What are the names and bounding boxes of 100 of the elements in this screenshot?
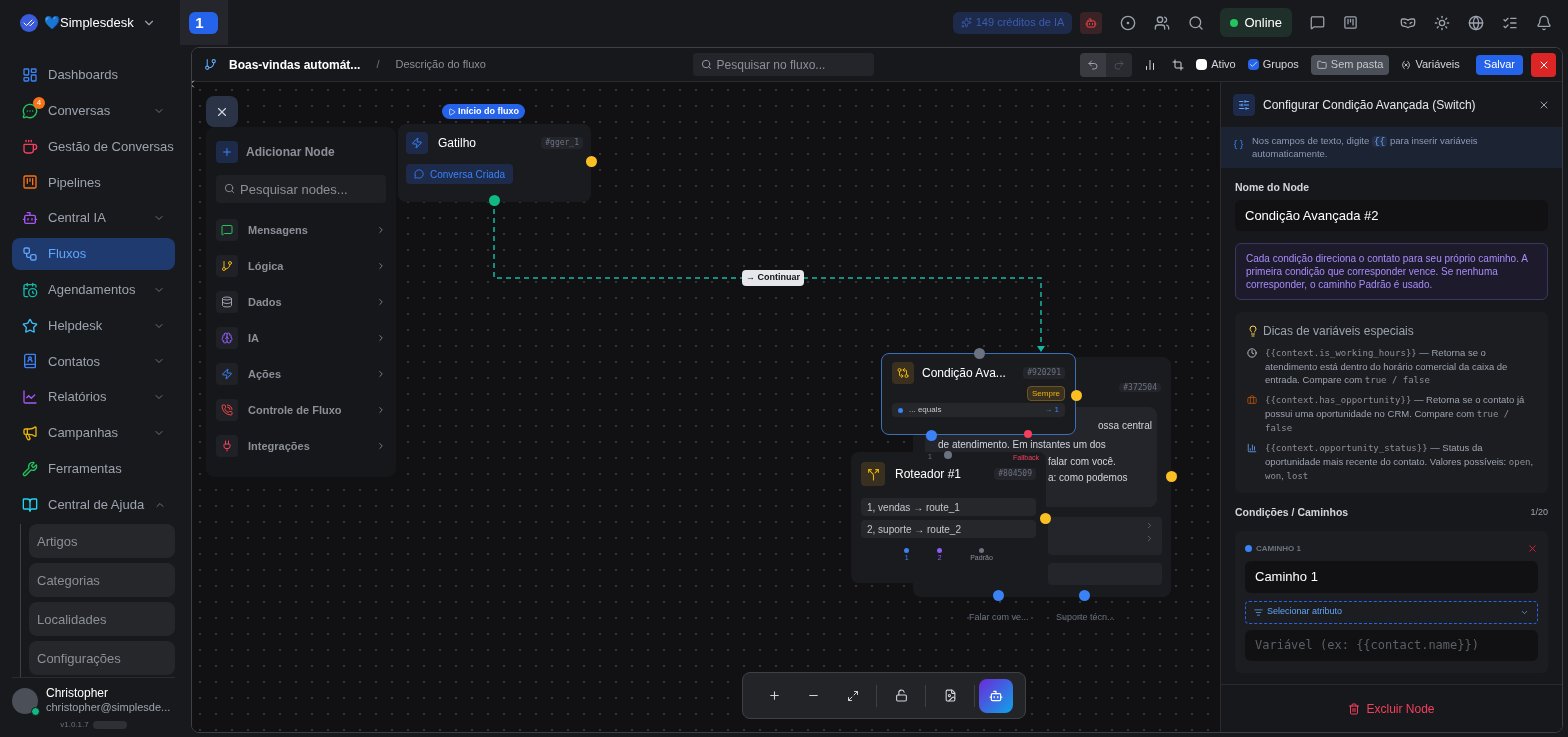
settings-icon [1233,93,1255,116]
chevron-icon [376,225,386,235]
search-icon[interactable] [1188,14,1205,31]
node-category[interactable]: Lógica [216,255,386,277]
tips-title: Dicas de variáveis especiais [1263,322,1414,340]
output-handle[interactable] [1165,470,1177,482]
nav-item[interactable]: Campanhas [12,416,175,449]
nav-item[interactable]: Contatos [12,345,175,378]
checkbox[interactable] [1247,59,1259,70]
node-id: #920291 [1023,367,1065,379]
submenu-item[interactable]: Configurações [29,641,175,676]
nav-item[interactable]: Helpdesk [12,309,175,342]
split-icon [861,462,885,486]
node-category[interactable]: Integrações [216,435,386,457]
output-handle[interactable] [488,194,500,206]
message-text-line: de atendimento. Em instantes um dos [938,439,1106,450]
edge-label[interactable]: → Continuar [742,270,804,286]
input-handle[interactable] [944,451,952,459]
users-icon[interactable] [1154,14,1171,31]
node-search-field[interactable]: Pesquisar nodes... [216,175,386,203]
variable-field[interactable]: Variável (ex: {{contact.name}}) [1245,629,1538,661]
sparkle-icon [960,17,972,28]
dashboard-icon [22,67,38,83]
robot-icon[interactable] [1080,11,1103,34]
submenu-item[interactable]: Categorias [29,563,175,598]
expand-icon [846,689,859,702]
route-row: 2, suporte → route_2 [861,520,1036,538]
board-icon[interactable] [1343,15,1358,30]
remove-path-button[interactable] [1527,543,1538,554]
always-badge: Sempre [1027,386,1065,401]
input-handle[interactable] [973,347,985,359]
checkbox[interactable] [1196,59,1208,70]
submenu-item[interactable]: Localidades [29,602,175,637]
braces-icon [1233,139,1244,150]
lightbulb-icon [1247,324,1259,337]
delete-node-button[interactable]: Excluir Node [1348,699,1435,718]
variables-button[interactable]: Variáveis [1401,56,1460,73]
output-handle[interactable] [585,155,597,167]
attribute-select[interactable]: Selecionar atributo [1245,600,1538,624]
variable-tip: {{context.opportunity_status}} — Status da oportunidade mais recente do contato. Valores possíveis: open, won, lost [1265,440,1535,483]
flow-description[interactable]: Descrição do fluxo [395,56,486,73]
node-name-field[interactable]: Condição Avançada #2 [1235,199,1548,231]
nav-item[interactable]: Central IA [12,202,175,235]
play-icon [448,107,456,116]
notifications-icon[interactable] [1536,14,1552,31]
close-icon [1527,543,1538,554]
undo-button[interactable] [1080,52,1107,77]
fallback-handle[interactable] [1024,430,1032,438]
rule-target: → 1 [1044,404,1059,416]
output-handle[interactable] [992,589,1004,601]
output-handle[interactable] [1039,512,1051,524]
output-handle[interactable] [1070,389,1082,401]
crop-icon[interactable] [1172,58,1185,71]
panel-title: Adicionar Node [246,144,335,161]
nav-item[interactable]: Fluxos [12,238,175,270]
close-button[interactable] [1531,52,1556,77]
message-text-line: ossa central [1098,420,1152,431]
checkbox-label: Ativo [1211,57,1236,73]
tool-toggle-button[interactable] [206,96,238,127]
node-category[interactable]: IA [216,327,386,349]
condition-node[interactable]: Condição Ava... #920291 Sempre ... equals → 1 [881,353,1076,435]
node-category[interactable]: Mensagens [216,219,386,241]
nav-item[interactable]: Relatórios [12,381,175,414]
node-id: #372504 [1119,383,1161,392]
variable-tip: {{context.is_working_hours}} — Retorna se o atendimento está dentro do horário comercial da caixa de entrada. Compare com true / false [1265,345,1509,387]
ai-assistant-button[interactable] [979,678,1013,713]
folder-button[interactable]: Sem pasta [1310,54,1390,75]
panel-title: Configurar Condição Avançada (Switch) [1263,96,1477,114]
workspace-selector[interactable]: 💙Simplesdesk [44,12,156,33]
submenu-item[interactable]: Artigos [29,524,175,559]
path-name-field[interactable]: Caminho 1 [1245,560,1538,593]
nav-item[interactable]: Conversas 4 [12,94,175,127]
nav-item[interactable]: Dashboards [12,59,175,91]
message-icon [216,219,238,241]
online-status-button[interactable]: Online [1220,8,1292,37]
nav-item[interactable]: Pipelines [12,166,175,199]
robot-icon [22,210,38,227]
nav-item[interactable]: Central de Ajuda [12,488,175,521]
flow-search-field[interactable]: Pesquisar no fluxo... [692,53,874,76]
node-category[interactable]: Dados [216,291,386,313]
plus-icon [768,689,781,702]
nav-item[interactable]: Gestão de Conversas [12,130,175,163]
output-handle[interactable] [1078,589,1090,601]
nav-item[interactable]: Ferramentas [12,452,175,485]
node-category[interactable]: Controle de Fluxo [216,399,386,421]
sun-icon[interactable] [1434,14,1450,31]
node-category[interactable]: Ações [216,363,386,385]
rule-text: ... equals [909,404,943,416]
chevron-icon [376,405,386,415]
message-icon[interactable] [1310,15,1325,30]
stats-icon[interactable] [1144,58,1157,71]
bar-chart-icon [1247,442,1257,453]
globe-icon[interactable] [1468,14,1484,31]
target-icon[interactable] [1120,14,1137,31]
save-button[interactable]: Salvar [1475,54,1523,75]
output-handle[interactable] [925,429,937,441]
nav-item[interactable]: Agendamentos [12,273,175,306]
workspace-tab[interactable]: 1 [189,11,219,34]
chevron-icon [376,333,386,343]
trigger-node[interactable]: Gatilho #gger_1 Conversa Criada [398,124,591,202]
